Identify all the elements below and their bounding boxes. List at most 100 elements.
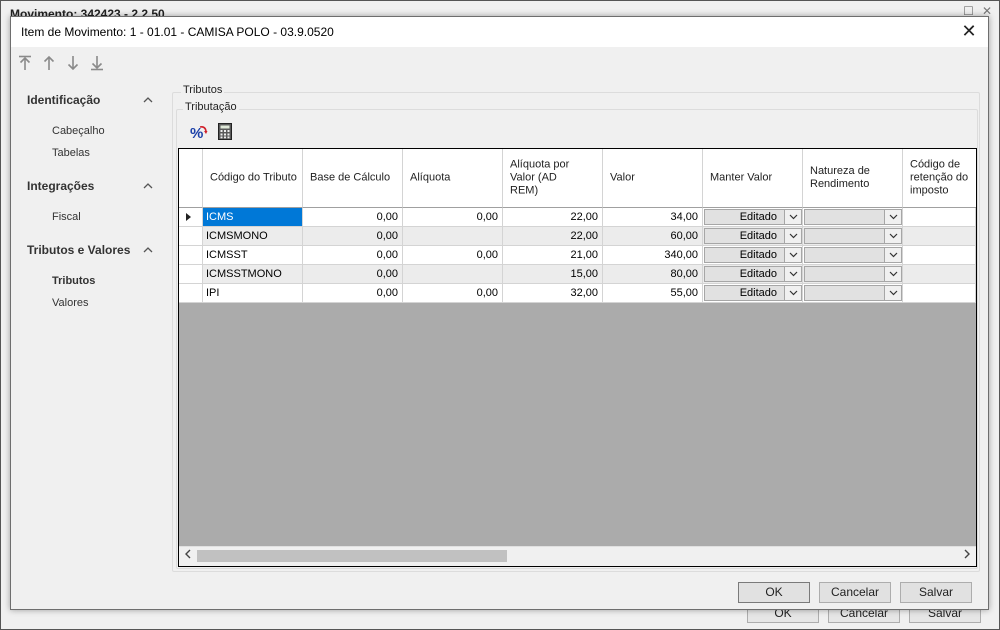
cancel-button[interactable]: Cancelar — [819, 582, 891, 603]
cell-natureza-dropdown[interactable] — [804, 285, 902, 301]
cell-base[interactable]: 0,00 — [303, 227, 403, 246]
column-header-natureza[interactable]: Natureza de Rendimento — [803, 149, 903, 208]
cell-manter-valor-dropdown[interactable]: Editado — [704, 266, 802, 282]
cell-valor[interactable]: 60,00 — [603, 227, 703, 246]
nav-item-fiscal[interactable]: Fiscal — [52, 211, 81, 223]
cell-ad-rem[interactable]: 22,00 — [503, 227, 603, 246]
chevron-down-icon[interactable] — [784, 248, 801, 262]
cell-retencao[interactable] — [903, 208, 976, 227]
ok-button[interactable]: OK — [738, 582, 810, 603]
cell-manter-valor[interactable]: Editado — [703, 284, 803, 303]
chevron-down-icon[interactable] — [884, 210, 901, 224]
next-record-icon[interactable] — [64, 55, 82, 73]
cell-base[interactable]: 0,00 — [303, 208, 403, 227]
cell-valor[interactable]: 34,00 — [603, 208, 703, 227]
cell-ad-rem[interactable]: 15,00 — [503, 265, 603, 284]
cell-base[interactable]: 0,00 — [303, 284, 403, 303]
column-header-codigo[interactable]: Código do Tributo — [203, 149, 303, 208]
chevron-down-icon[interactable] — [884, 267, 901, 281]
chevron-up-icon[interactable] — [143, 94, 153, 106]
close-icon[interactable]: ✕ — [958, 20, 980, 42]
nav-group-integracoes[interactable]: Integrações — [27, 179, 94, 193]
cell-natureza[interactable] — [803, 227, 903, 246]
cell-base[interactable]: 0,00 — [303, 246, 403, 265]
nav-item-tabelas[interactable]: Tabelas — [52, 147, 90, 159]
cell-aliquota[interactable] — [403, 227, 503, 246]
table-row[interactable]: ICMSSTMONO 0,00 15,00 80,00 Editado — [179, 265, 976, 284]
nav-item-valores[interactable]: Valores — [52, 297, 88, 309]
cell-natureza[interactable] — [803, 246, 903, 265]
table-row[interactable]: ICMSMONO 0,00 22,00 60,00 Editado — [179, 227, 976, 246]
cell-ad-rem[interactable]: 21,00 — [503, 246, 603, 265]
cell-manter-valor[interactable]: Editado — [703, 208, 803, 227]
cell-natureza[interactable] — [803, 265, 903, 284]
column-header-manter-valor[interactable]: Manter Valor — [703, 149, 803, 208]
chevron-down-icon[interactable] — [784, 267, 801, 281]
save-button[interactable]: Salvar — [900, 582, 972, 603]
cell-retencao[interactable] — [903, 265, 976, 284]
cell-valor[interactable]: 80,00 — [603, 265, 703, 284]
cell-aliquota[interactable]: 0,00 — [403, 284, 503, 303]
cell-ad-rem[interactable]: 32,00 — [503, 284, 603, 303]
row-indicator[interactable] — [179, 208, 203, 227]
column-header-retencao[interactable]: Código de retenção do imposto — [903, 149, 976, 208]
cell-aliquota[interactable]: 0,00 — [403, 246, 503, 265]
calculator-icon[interactable] — [218, 123, 232, 140]
chevron-down-icon[interactable] — [884, 286, 901, 300]
column-header-valor[interactable]: Valor — [603, 149, 703, 208]
chevron-up-icon[interactable] — [143, 244, 153, 256]
cell-codigo[interactable]: ICMSSTMONO — [203, 265, 303, 284]
chevron-down-icon[interactable] — [884, 229, 901, 243]
cell-natureza-dropdown[interactable] — [804, 209, 902, 225]
scroll-right-icon[interactable] — [960, 548, 974, 564]
cell-aliquota[interactable] — [403, 265, 503, 284]
row-indicator[interactable] — [179, 265, 203, 284]
first-record-icon[interactable] — [16, 55, 34, 73]
cell-manter-valor[interactable]: Editado — [703, 227, 803, 246]
table-row[interactable]: IPI 0,00 0,00 32,00 55,00 Editado — [179, 284, 976, 303]
cell-natureza-dropdown[interactable] — [804, 266, 902, 282]
column-header-base[interactable]: Base de Cálculo — [303, 149, 403, 208]
chevron-down-icon[interactable] — [784, 210, 801, 224]
cell-manter-valor-dropdown[interactable]: Editado — [704, 209, 802, 225]
table-row[interactable]: ICMS 0,00 0,00 22,00 34,00 Editado — [179, 208, 976, 227]
scrollbar-thumb[interactable] — [197, 550, 507, 562]
cell-natureza[interactable] — [803, 208, 903, 227]
chevron-up-icon[interactable] — [143, 180, 153, 192]
cell-manter-valor-dropdown[interactable]: Editado — [704, 247, 802, 263]
cell-aliquota[interactable]: 0,00 — [403, 208, 503, 227]
cell-valor[interactable]: 340,00 — [603, 246, 703, 265]
chevron-down-icon[interactable] — [784, 229, 801, 243]
cell-manter-valor[interactable]: Editado — [703, 265, 803, 284]
row-indicator[interactable] — [179, 284, 203, 303]
row-indicator[interactable] — [179, 246, 203, 265]
cell-natureza-dropdown[interactable] — [804, 228, 902, 244]
nav-group-identificacao[interactable]: Identificação — [27, 93, 100, 107]
chevron-down-icon[interactable] — [884, 248, 901, 262]
table-row[interactable]: ICMSST 0,00 0,00 21,00 340,00 Editado — [179, 246, 976, 265]
cell-valor[interactable]: 55,00 — [603, 284, 703, 303]
previous-record-icon[interactable] — [40, 55, 58, 73]
last-record-icon[interactable] — [88, 55, 106, 73]
scroll-left-icon[interactable] — [181, 548, 195, 564]
column-header-aliquota[interactable]: Alíquota — [403, 149, 503, 208]
cell-codigo[interactable]: ICMS — [203, 208, 303, 227]
horizontal-scrollbar[interactable] — [179, 546, 976, 566]
cell-codigo[interactable]: ICMSST — [203, 246, 303, 265]
cell-base[interactable]: 0,00 — [303, 265, 403, 284]
column-header-ad-rem[interactable]: Alíquota por Valor (AD REM) — [503, 149, 603, 208]
tributos-grid[interactable]: Código do Tributo Base de Cálculo Alíquo… — [178, 148, 977, 567]
cell-natureza-dropdown[interactable] — [804, 247, 902, 263]
cell-retencao[interactable] — [903, 246, 976, 265]
nav-item-tributos[interactable]: Tributos — [52, 275, 95, 287]
cell-manter-valor[interactable]: Editado — [703, 246, 803, 265]
nav-group-tributos-valores[interactable]: Tributos e Valores — [27, 243, 130, 257]
cell-retencao[interactable] — [903, 227, 976, 246]
cell-natureza[interactable] — [803, 284, 903, 303]
nav-item-cabecalho[interactable]: Cabeçalho — [52, 125, 105, 137]
row-indicator[interactable] — [179, 227, 203, 246]
chevron-down-icon[interactable] — [784, 286, 801, 300]
cell-ad-rem[interactable]: 22,00 — [503, 208, 603, 227]
cell-manter-valor-dropdown[interactable]: Editado — [704, 285, 802, 301]
cell-codigo[interactable]: IPI — [203, 284, 303, 303]
